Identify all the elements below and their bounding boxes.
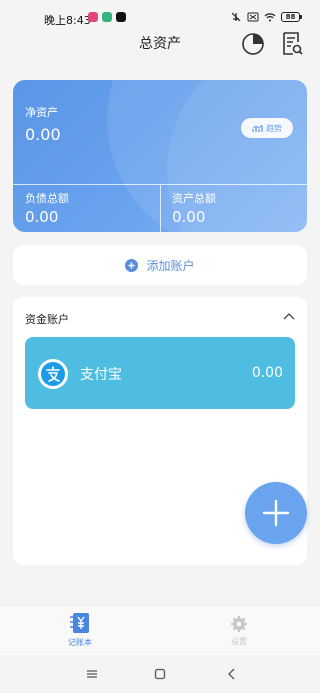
- trend-label: 趋势: [266, 123, 282, 133]
- account-card-alipay[interactable]: 支付宝 0.00: [25, 337, 295, 409]
- trend-button[interactable]: 趋势: [241, 118, 293, 138]
- account-balance: 0.00: [251, 365, 283, 381]
- liabilities-value: 0.00: [25, 208, 59, 226]
- nav-menu-button[interactable]: [82, 666, 102, 682]
- status-bar: 晚上8:43 88: [0, 0, 320, 27]
- notification-app-icon: [102, 12, 112, 22]
- home-square-icon: [154, 668, 166, 680]
- report-search-button[interactable]: [278, 30, 306, 58]
- system-navigation-bar: [0, 656, 320, 693]
- status-indicators: 88: [230, 12, 302, 22]
- back-chevron-icon: [228, 668, 235, 680]
- tab-label: 设置: [231, 637, 247, 646]
- status-time: 晚上8:43: [44, 14, 91, 27]
- tab-label: 记账本: [68, 638, 92, 647]
- total-assets-value: 0.00: [172, 208, 206, 226]
- wifi-icon: [264, 13, 276, 22]
- plus-circle-icon: [125, 258, 139, 272]
- card-divider: [160, 184, 161, 232]
- add-account-label: 添加账户: [146, 258, 195, 273]
- total-assets-label: 资产总额: [172, 192, 216, 205]
- tab-settings[interactable]: 设置: [209, 612, 269, 654]
- alipay-icon: [38, 359, 68, 389]
- nav-home-button[interactable]: [150, 666, 170, 682]
- report-search-icon: [283, 32, 303, 55]
- notification-app-icon: [116, 12, 126, 22]
- battery-indicator: 88: [281, 12, 302, 22]
- net-assets-value: 0.00: [25, 125, 61, 144]
- account-name: 支付宝: [80, 367, 122, 383]
- liabilities-label: 负债总额: [25, 192, 69, 205]
- chevron-up-icon: [283, 313, 295, 320]
- net-assets-label: 净资产: [25, 106, 58, 119]
- plus-icon: [262, 499, 290, 527]
- asset-summary-card: 净资产 0.00 趋势 负债总额 0.00 资产总额 0.00: [13, 80, 307, 232]
- mute-icon: [231, 12, 241, 22]
- notification-app-icon: [88, 12, 98, 22]
- pie-chart-icon: [242, 33, 264, 55]
- tab-ledger[interactable]: 记账本: [50, 612, 110, 654]
- trend-chart-icon: [252, 124, 263, 132]
- menu-icon: [87, 670, 97, 678]
- no-sim-icon: [247, 12, 259, 22]
- bottom-tab-bar: 记账本 设置: [0, 605, 320, 655]
- pie-chart-button[interactable]: [239, 30, 267, 58]
- collapse-button[interactable]: [281, 309, 297, 323]
- add-account-button[interactable]: 添加账户: [13, 245, 307, 285]
- funds-section-title: 资金账户: [25, 313, 69, 326]
- ledger-icon: [70, 613, 89, 633]
- page-title: 总资产: [139, 36, 181, 52]
- nav-back-button[interactable]: [222, 666, 242, 682]
- floating-add-button[interactable]: [245, 482, 307, 544]
- gear-icon: [231, 616, 247, 632]
